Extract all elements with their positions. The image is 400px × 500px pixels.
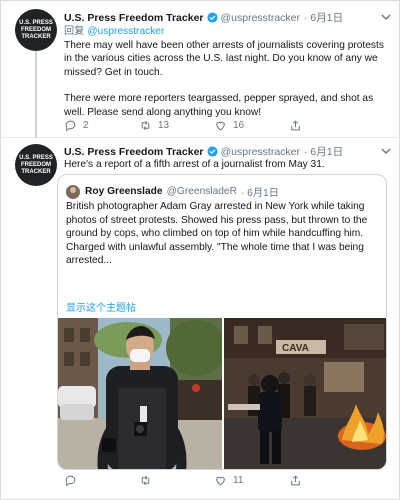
arrest-scene-photo: CAVA xyxy=(224,318,386,469)
share-icon xyxy=(291,120,300,131)
avatar xyxy=(66,184,80,199)
verified-badge-icon xyxy=(206,146,218,157)
avatar-text: U.S. PRESS xyxy=(19,154,53,161)
author-handle[interactable]: @uspresstracker xyxy=(221,12,301,24)
avatar-text: TRACKER xyxy=(21,168,51,175)
quoted-tweet[interactable]: Roy Greenslade @GreensladeR · 6月1日 Briti… xyxy=(57,174,387,470)
tweet-date[interactable]: · 6月1日 xyxy=(304,144,343,159)
retweet-count: 13 xyxy=(158,120,170,131)
reply-button[interactable]: 2 xyxy=(64,119,139,132)
show-thread-link[interactable]: 显示这个主题帖 xyxy=(66,299,136,314)
verified-badge-icon xyxy=(206,12,218,23)
tweet-text: There may well have been other arrests o… xyxy=(64,39,384,78)
avatar[interactable]: U.S. PRESS FREEDOM TRACKER xyxy=(15,9,57,51)
author-handle: @GreensladeR xyxy=(166,186,237,197)
tweet-actions: 11 xyxy=(64,474,364,487)
retweet-icon xyxy=(141,475,150,486)
mention-link[interactable]: @uspresstracker xyxy=(87,26,164,37)
media-grid: CAVA xyxy=(58,318,386,469)
tweet-header: U.S. Press Freedom Tracker @uspresstrack… xyxy=(64,144,343,159)
share-button[interactable] xyxy=(289,119,364,132)
reply-icon xyxy=(65,475,76,487)
like-count: 16 xyxy=(233,120,245,131)
reply-label: 回复 xyxy=(64,26,85,37)
avatar-text: TRACKER xyxy=(21,33,51,40)
chevron-down-icon[interactable] xyxy=(381,147,391,155)
tweet-date[interactable]: · 6月1日 xyxy=(304,10,343,25)
reply-icon xyxy=(65,120,76,132)
photo[interactable] xyxy=(58,318,222,469)
author-name: Roy Greenslade xyxy=(85,186,163,197)
like-icon xyxy=(216,121,225,131)
like-icon xyxy=(216,476,225,486)
tweet-text: There were more reporters teargassed, pe… xyxy=(64,93,374,118)
reply-context: 回复 @uspresstracker xyxy=(64,25,386,39)
share-button[interactable] xyxy=(289,474,364,487)
thread-connector xyxy=(35,51,37,138)
tweet[interactable]: U.S. PRESS FREEDOM TRACKER U.S. Press Fr… xyxy=(1,138,400,500)
quoted-tweet-header: Roy Greenslade @GreensladeR · 6月1日 xyxy=(66,184,279,199)
share-icon xyxy=(291,475,300,486)
tweet-body: 回复 @uspresstracker There may well have b… xyxy=(64,25,386,120)
avatar-text: U.S. PRESS xyxy=(19,19,53,26)
author-name[interactable]: U.S. Press Freedom Tracker xyxy=(64,12,204,24)
avatar-text: FREEDOM xyxy=(21,26,51,33)
tweet-actions: 2 13 16 xyxy=(64,119,364,132)
reply-button[interactable] xyxy=(64,474,139,487)
tweet-text: Here's a report of a fifth arrest of a j… xyxy=(64,159,325,170)
retweet-button[interactable]: 13 xyxy=(139,119,214,132)
author-name[interactable]: U.S. Press Freedom Tracker xyxy=(64,146,204,158)
avatar-text: FREEDOM xyxy=(21,161,51,168)
tweet-date: · 6月1日 xyxy=(240,188,279,199)
quoted-tweet-text: British photographer Adam Gray arrested … xyxy=(66,201,368,267)
reply-count: 2 xyxy=(83,120,89,131)
like-count: 11 xyxy=(233,475,244,486)
chevron-down-icon[interactable] xyxy=(381,13,391,21)
like-button[interactable]: 16 xyxy=(214,119,289,132)
photographer-photo xyxy=(58,318,222,469)
timeline: U.S. PRESS FREEDOM TRACKER U.S. Press Fr… xyxy=(0,0,400,500)
like-button[interactable]: 11 xyxy=(214,474,289,487)
photo[interactable]: CAVA xyxy=(224,318,386,469)
tweet[interactable]: U.S. PRESS FREEDOM TRACKER U.S. Press Fr… xyxy=(1,1,400,138)
retweet-icon xyxy=(141,120,150,131)
tweet-header: U.S. Press Freedom Tracker @uspresstrack… xyxy=(64,10,343,25)
avatar[interactable]: U.S. PRESS FREEDOM TRACKER xyxy=(15,144,57,186)
svg-text:CAVA: CAVA xyxy=(282,343,309,354)
author-handle[interactable]: @uspresstracker xyxy=(221,146,301,158)
retweet-button[interactable] xyxy=(139,474,214,487)
